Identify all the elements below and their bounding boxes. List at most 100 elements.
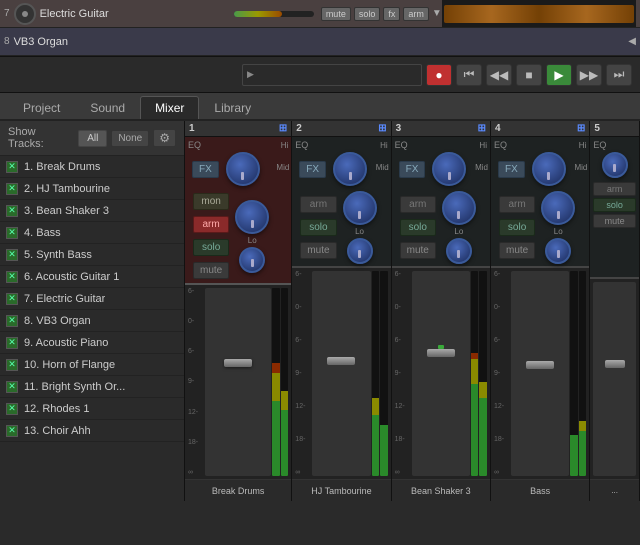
eq-hi-knob-3[interactable] (432, 152, 466, 186)
tab-sound[interactable]: Sound (75, 96, 140, 119)
forward-button[interactable]: ▶▶ (576, 64, 602, 86)
solo-button-ch2[interactable]: solo (300, 219, 336, 236)
channel-label-2: HJ Tambourine (292, 479, 390, 501)
eq-knob-5[interactable] (602, 152, 628, 178)
eq-mid-knob-2[interactable] (343, 191, 377, 225)
tab-mixer[interactable]: Mixer (140, 96, 199, 119)
mute-button-ch3[interactable]: mute (400, 242, 436, 259)
solo-button-ch4[interactable]: solo (499, 219, 535, 236)
track-item-name-3: 3. Bean Shaker 3 (24, 205, 109, 217)
grid-icon-2[interactable]: ⊞ (378, 123, 386, 134)
grid-icon-3[interactable]: ⊞ (478, 123, 486, 134)
grid-icon-1[interactable]: ⊞ (279, 123, 287, 134)
fader-handle-2[interactable] (327, 357, 355, 365)
mute-button-ch5[interactable]: mute (593, 214, 636, 228)
track-list-item-5[interactable]: ✕5. Synth Bass (0, 244, 184, 266)
solo-button-ch3[interactable]: solo (400, 219, 436, 236)
record-button[interactable]: ● (426, 64, 452, 86)
eq-mid-knob-4[interactable] (541, 191, 575, 225)
track-list-item-11[interactable]: ✕11. Bright Synth Or... (0, 376, 184, 398)
track-list-item-13[interactable]: ✕13. Choir Ahh (0, 420, 184, 442)
vb3-arrow[interactable]: ◀ (628, 36, 636, 47)
eq-hi-knob-1[interactable] (226, 152, 260, 186)
vu-meter-1 (272, 288, 288, 476)
track-checkbox-5[interactable]: ✕ (6, 249, 18, 261)
track-checkbox-2[interactable]: ✕ (6, 183, 18, 195)
grid-icon-4[interactable]: ⊞ (577, 123, 585, 134)
fader-handle-5[interactable] (605, 360, 625, 368)
position-display: ▶ (242, 64, 422, 86)
fx-button-7[interactable]: fx (383, 7, 400, 21)
track-checkbox-7[interactable]: ✕ (6, 293, 18, 305)
to-start-button[interactable]: ⏮ (456, 64, 482, 86)
fx-button-ch1[interactable]: FX (192, 161, 219, 178)
eq-hi-knob-4[interactable] (532, 152, 566, 186)
mute-button-ch1[interactable]: mute (193, 262, 229, 279)
track-checkbox-3[interactable]: ✕ (6, 205, 18, 217)
track-list-item-4[interactable]: ✕ 4. Bass (0, 222, 184, 244)
fx-button-ch3[interactable]: FX (399, 161, 426, 178)
dropdown-arrow-7[interactable]: ▼ (432, 8, 442, 19)
all-button[interactable]: All (78, 130, 107, 147)
show-tracks-header: Show Tracks: All None ⚙ (0, 121, 184, 156)
arm-button-ch3[interactable]: arm (400, 196, 436, 213)
track-list-item-12[interactable]: ✕ 12. Rhodes 1 (0, 398, 184, 420)
eq-lo-knob-4[interactable] (545, 238, 571, 264)
transport-bar: ▶ ● ⏮ ◀◀ ■ ▶ ▶▶ ⏭ (0, 57, 640, 93)
fader-handle-4[interactable] (526, 361, 554, 369)
track-list-item-7[interactable]: ✕7. Electric Guitar (0, 288, 184, 310)
track-list-item-10[interactable]: ✕10. Horn of Flange (0, 354, 184, 376)
track-list-item-1[interactable]: ✕1. Break Drums (0, 156, 184, 178)
eq-lo-knob-1[interactable] (239, 247, 265, 273)
eq-lo-knob-3[interactable] (446, 238, 472, 264)
mid-label-1: Mid (276, 163, 289, 172)
solo-button-ch5[interactable]: solo (593, 198, 636, 212)
eq-mid-knob-1[interactable] (235, 200, 269, 234)
track-checkbox-1[interactable]: ✕ (6, 161, 18, 173)
fader-area-5 (590, 277, 639, 479)
play-button[interactable]: ▶ (546, 64, 572, 86)
solo-button-7[interactable]: solo (354, 7, 381, 21)
track-list-item-8[interactable]: ✕8. VB3 Organ (0, 310, 184, 332)
fx-button-ch2[interactable]: FX (299, 161, 326, 178)
track-list-item-9[interactable]: ✕9. Acoustic Piano (0, 332, 184, 354)
track-checkbox-6[interactable]: ✕ (6, 271, 18, 283)
arm-button-7[interactable]: arm (403, 7, 429, 21)
stop-button[interactable]: ■ (516, 64, 542, 86)
gear-button[interactable]: ⚙ (153, 129, 176, 147)
mute-button-7[interactable]: mute (321, 7, 351, 21)
track-checkbox-9[interactable]: ✕ (6, 337, 18, 349)
tab-project[interactable]: Project (8, 96, 75, 119)
track-volume-slider-7[interactable] (234, 11, 314, 17)
fader-handle-3[interactable] (427, 349, 455, 357)
tab-library[interactable]: Library (199, 96, 266, 119)
mon-button-1[interactable]: mon (193, 193, 229, 210)
track-checkbox-4[interactable]: ✕ (6, 227, 18, 239)
arm-button-ch4[interactable]: arm (499, 196, 535, 213)
track-item-name-4: 4. Bass (24, 227, 61, 239)
eq-hi-knob-2[interactable] (333, 152, 367, 186)
mute-button-ch2[interactable]: mute (300, 242, 336, 259)
solo-button-ch1[interactable]: solo (193, 239, 229, 256)
eq-lo-knob-2[interactable] (347, 238, 373, 264)
to-end-button[interactable]: ⏭ (606, 64, 632, 86)
track-list-item-3[interactable]: ✕ 3. Bean Shaker 3 (0, 200, 184, 222)
fader-handle-1[interactable] (224, 359, 252, 367)
track-list-item-2[interactable]: ✕2. HJ Tambourine (0, 178, 184, 200)
channel-4: 4 ⊞ EQ Hi FX Mid arm solo mute (491, 121, 590, 501)
fx-button-ch4[interactable]: FX (498, 161, 525, 178)
track-checkbox-8[interactable]: ✕ (6, 315, 18, 327)
arm-button-ch1[interactable]: arm (193, 216, 229, 233)
track-checkbox-10[interactable]: ✕ (6, 359, 18, 371)
arm-button-ch5[interactable]: arm (593, 182, 636, 196)
track-checkbox-11[interactable]: ✕ (6, 381, 18, 393)
track-item-name-12: 12. Rhodes 1 (24, 403, 89, 415)
mute-button-ch4[interactable]: mute (499, 242, 535, 259)
track-list-item-6[interactable]: ✕6. Acoustic Guitar 1 (0, 266, 184, 288)
rewind-button[interactable]: ◀◀ (486, 64, 512, 86)
none-button[interactable]: None (111, 130, 149, 147)
eq-mid-knob-3[interactable] (442, 191, 476, 225)
track-checkbox-13[interactable]: ✕ (6, 425, 18, 437)
track-checkbox-12[interactable]: ✕ (6, 403, 18, 415)
arm-button-ch2[interactable]: arm (300, 196, 336, 213)
